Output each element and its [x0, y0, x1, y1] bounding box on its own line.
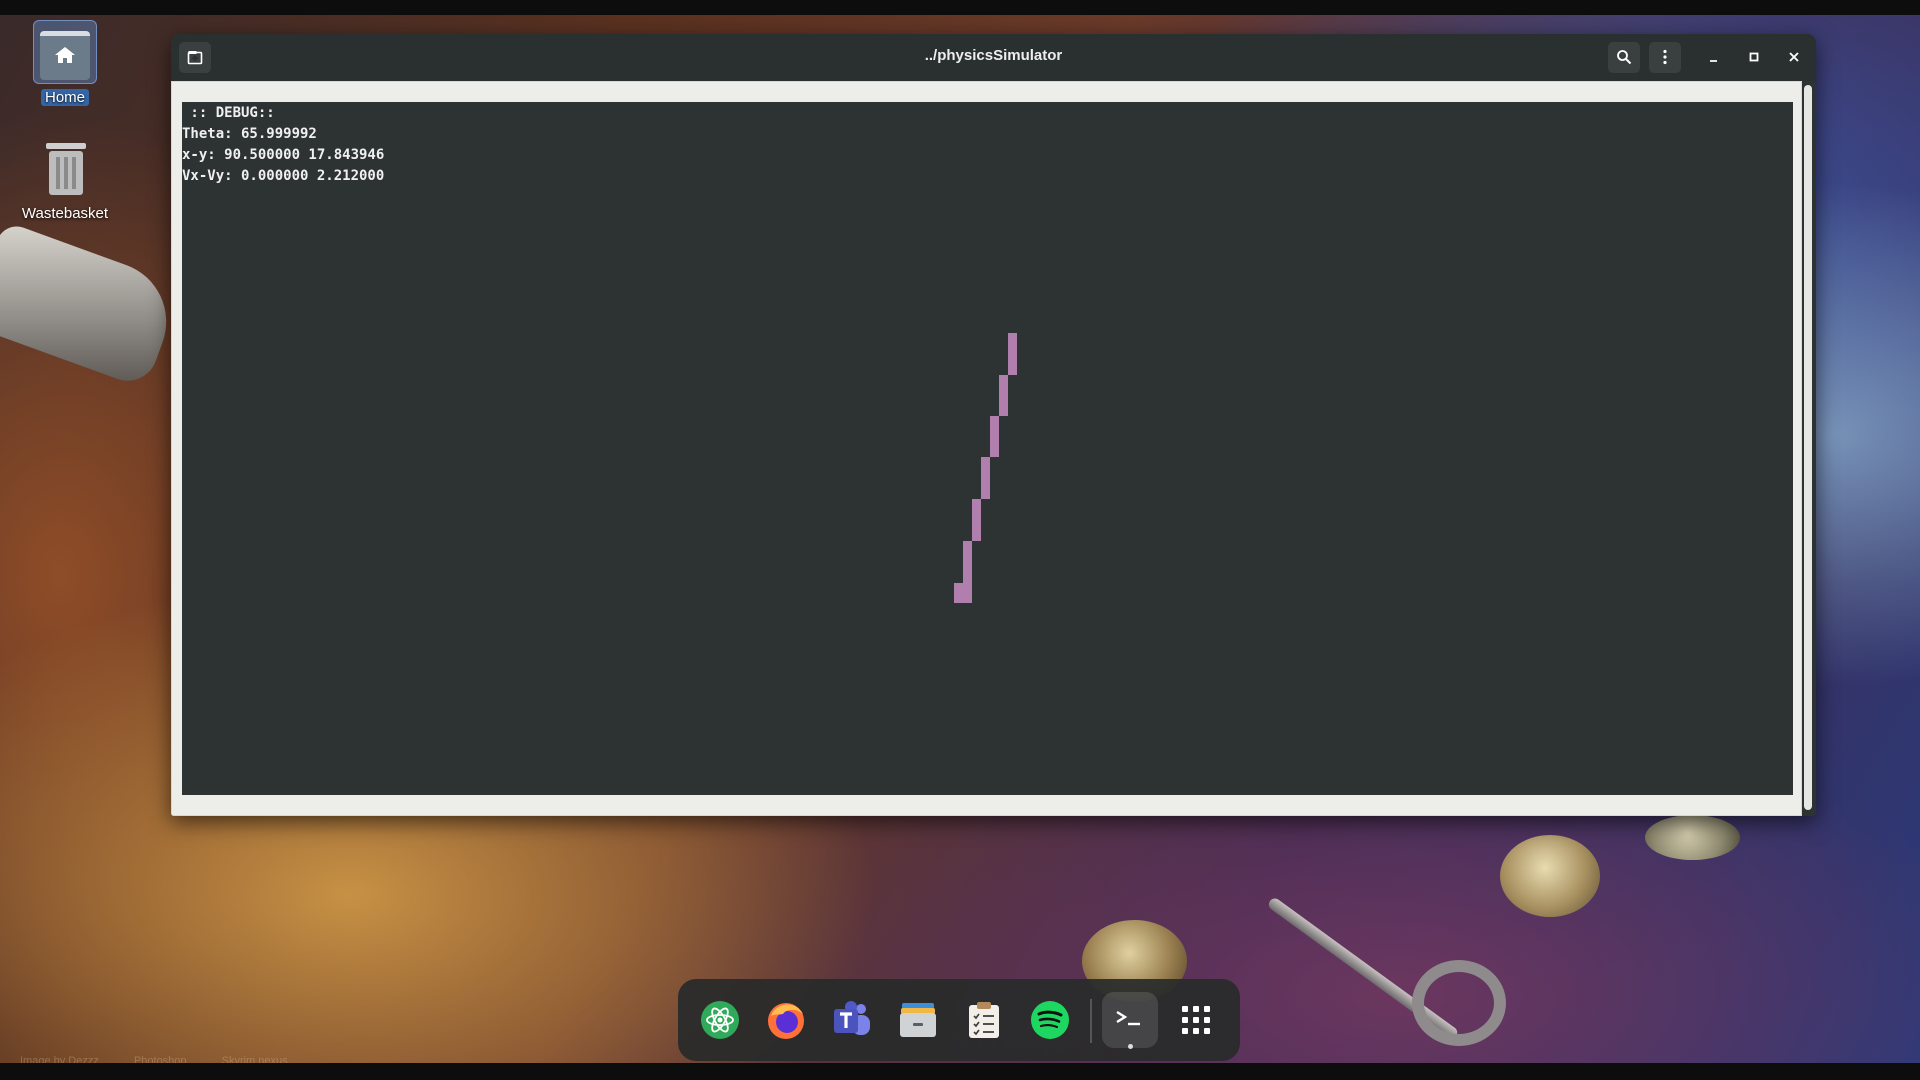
pendulum-rod-segment — [963, 541, 972, 583]
menu-button[interactable] — [1649, 42, 1681, 73]
desktop-icon-wastebasket[interactable]: Wastebasket — [10, 135, 120, 222]
files-icon — [900, 1003, 936, 1037]
terminal-scrollbar[interactable] — [1802, 81, 1816, 816]
terminal-icon — [1116, 1010, 1140, 1026]
pendulum-rod-segment — [981, 457, 990, 499]
todo-icon — [969, 1002, 999, 1038]
search-button[interactable] — [1608, 42, 1640, 73]
credit-text: Photoshop — [133, 1055, 187, 1063]
dock-terminal[interactable] — [1102, 992, 1158, 1049]
wallpaper-credits: Image by Dezzz Photoshop Skyrim nexus — [20, 1055, 320, 1063]
atom-icon — [701, 1001, 739, 1039]
trash-icon — [34, 135, 96, 197]
simulation-canvas — [954, 333, 1017, 603]
wallpaper-coin — [1500, 835, 1600, 917]
close-icon — [1789, 52, 1799, 62]
dock-atom[interactable] — [692, 992, 748, 1048]
dock-firefox[interactable] — [758, 992, 814, 1048]
desktop-icon-label: Home — [40, 89, 89, 106]
running-indicator — [1128, 1044, 1133, 1049]
scrollbar-thumb[interactable] — [1804, 85, 1812, 810]
minimize-button[interactable] — [1698, 42, 1730, 73]
search-icon — [1617, 50, 1632, 65]
app-grid-icon — [1182, 1006, 1210, 1034]
firefox-icon — [768, 1003, 804, 1039]
terminal-frame: :: DEBUG:: Theta: 65.999992 x-y: 90.5000… — [171, 81, 1802, 816]
pendulum-rod-segment — [999, 375, 1008, 416]
pendulum-bob — [954, 583, 972, 603]
desktop-icon-home[interactable]: Home — [10, 20, 120, 106]
dock-separator — [1090, 999, 1092, 1043]
wallpaper-sword — [0, 220, 184, 390]
minimize-icon — [1710, 60, 1717, 62]
maximize-icon — [1749, 52, 1759, 62]
credit-text: Skyrim nexus — [221, 1055, 288, 1063]
wallpaper-key-ring — [1412, 960, 1506, 1046]
home-folder-icon — [33, 20, 97, 84]
dock-spotify[interactable] — [1022, 992, 1078, 1048]
dock-files[interactable] — [890, 992, 946, 1048]
pendulum-rod-segment — [1008, 333, 1017, 375]
teams-icon — [834, 1001, 870, 1035]
desktop-icon-label: Wastebasket — [21, 205, 109, 222]
wallpaper-coin — [1645, 815, 1740, 860]
terminal-window[interactable]: ../physicsSimulator:: DEBUG:: Theta: 65… — [171, 34, 1816, 816]
pendulum-rod-segment — [990, 416, 999, 457]
dock-todo[interactable] — [956, 992, 1012, 1048]
dock-app-grid[interactable] — [1168, 992, 1224, 1048]
menu-icon — [1663, 49, 1667, 65]
dock — [678, 979, 1240, 1061]
window-title: ../physicsSimulator — [924, 47, 1063, 64]
spotify-icon — [1031, 1001, 1069, 1039]
terminal-output[interactable]: :: DEBUG:: Theta: 65.999992 x-y: 90.5000… — [182, 102, 1793, 795]
pendulum-rod-segment — [972, 499, 981, 541]
close-button[interactable] — [1778, 42, 1810, 73]
dock-teams[interactable] — [824, 992, 880, 1048]
window-titlebar[interactable]: ../physicsSimulator — [171, 34, 1816, 81]
credit-text: Image by Dezzz — [20, 1055, 99, 1063]
maximize-button[interactable] — [1738, 42, 1770, 73]
